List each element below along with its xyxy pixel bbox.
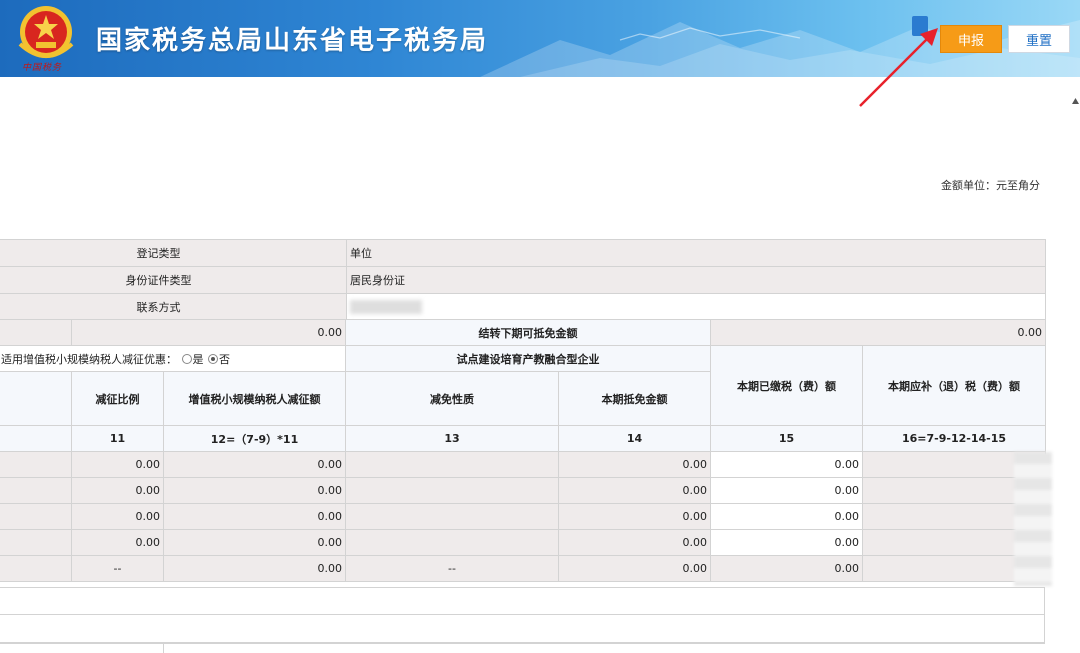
paid-tax-total-cell: 0.00 — [710, 555, 863, 582]
registration-type-value: 单位 — [346, 239, 1046, 267]
radio-no-label: 否 — [219, 352, 230, 366]
radio-no-icon[interactable] — [208, 353, 218, 364]
credit-amount-header: 本期抵免金额 — [558, 371, 711, 426]
red-arrow-icon — [859, 28, 938, 107]
paid-tax-input[interactable]: 0.00 — [710, 477, 863, 504]
taxpayer-info-table: 登记类型 单位 身份证件类型 居民身份证 联系方式 — [0, 239, 1046, 321]
id-type-label: 身份证件类型 — [0, 266, 347, 294]
redacted-contact — [350, 300, 422, 314]
contact-field[interactable] — [346, 293, 1046, 321]
exemption-nature-cell[interactable] — [345, 529, 559, 556]
carry-over-label: 结转下期可抵免金额 — [345, 319, 711, 346]
col-number-12: 12=（7-9）*11 — [163, 425, 346, 452]
table-row: 0.00 0.00 0.00 0.00 — [0, 477, 1046, 504]
footer-row — [0, 587, 1045, 615]
registration-type-label: 登记类型 — [0, 239, 347, 267]
reduction-ratio-cell: 0.00 — [71, 451, 164, 478]
small-scale-reduction-cell: 0.00 — [163, 477, 346, 504]
col-number-13: 13 — [345, 425, 559, 452]
footer-divider — [163, 643, 164, 653]
small-scale-reduction-header: 增值税小规模纳税人减征额 — [163, 371, 346, 426]
credit-amount-cell: 0.00 — [558, 477, 711, 504]
exemption-nature-cell: -- — [345, 555, 559, 582]
reset-button[interactable]: 重置 — [1008, 25, 1070, 53]
reduction-ratio-cell: 0.00 — [71, 477, 164, 504]
table-row: 0.00 结转下期可抵免金额 0.00 — [0, 319, 1046, 346]
col-number-15: 15 — [710, 425, 863, 452]
credit-amount-cell: 0.00 — [558, 529, 711, 556]
small-scale-reduction-cell: 0.00 — [163, 451, 346, 478]
amount-unit-label: 金额单位：元至角分 — [941, 179, 1040, 192]
reduction-ratio-cell: 0.00 — [71, 503, 164, 530]
exemption-nature-cell[interactable] — [345, 503, 559, 530]
small-scale-reduction-cell: 0.00 — [163, 529, 346, 556]
brand-script: 中国税务 — [22, 63, 63, 73]
payable-tax-header: 本期应补（退）税（费）额 — [862, 345, 1046, 426]
paid-tax-input[interactable]: 0.00 — [710, 503, 863, 530]
pilot-enterprise-header: 试点建设培育产教融合型企业 — [345, 345, 711, 372]
reduction-ratio-header: 减征比例 — [71, 371, 164, 426]
carry-over-value: 0.00 — [710, 319, 1046, 346]
redacted-payable-column — [1014, 452, 1052, 586]
small-scale-reduction-cell: 0.00 — [163, 503, 346, 530]
reduction-ratio-cell: 0.00 — [71, 529, 164, 556]
row1-amount: 0.00 — [71, 319, 346, 346]
exemption-nature-cell[interactable] — [345, 477, 559, 504]
paid-tax-input[interactable]: 0.00 — [710, 451, 863, 478]
table-row: 0.00 0.00 0.00 0.00 — [0, 503, 1046, 530]
exemption-nature-header: 减免性质 — [345, 371, 559, 426]
vat-small-scale-option: 适用增值税小规模纳税人减征优惠： 是 否 — [0, 345, 346, 372]
tax-calculation-table: 0.00 结转下期可抵免金额 0.00 适用增值税小规模纳税人减征优惠： 是 否… — [0, 319, 1046, 582]
table-row: 登记类型 单位 — [0, 239, 1046, 267]
table-row: 0.00 0.00 0.00 0.00 — [0, 451, 1046, 478]
small-scale-reduction-cell: 0.00 — [163, 555, 346, 582]
credit-amount-cell: 0.00 — [558, 555, 711, 582]
col-number-16: 16=7-9-12-14-15 — [862, 425, 1046, 452]
table-row: 身份证件类型 居民身份证 — [0, 266, 1046, 294]
table-row: -- 0.00 -- 0.00 0.00 — [0, 555, 1046, 582]
credit-amount-cell: 0.00 — [558, 503, 711, 530]
paid-tax-header: 本期已缴税（费）额 — [710, 345, 863, 426]
table-row: 适用增值税小规模纳税人减征优惠： 是 否 试点建设培育产教融合型企业 本期已缴税… — [0, 345, 1046, 426]
col-number-14: 14 — [558, 425, 711, 452]
table-row: 联系方式 — [0, 293, 1046, 321]
site-title: 国家税务总局山东省电子税务局 — [96, 26, 489, 56]
exemption-nature-cell[interactable] — [345, 451, 559, 478]
credit-amount-cell: 0.00 — [558, 451, 711, 478]
table-row: 11 12=（7-9）*11 13 14 15 16=7-9-12-14-15 — [0, 425, 1046, 452]
radio-yes-label: 是 — [192, 352, 204, 366]
id-type-value: 居民身份证 — [346, 266, 1046, 294]
radio-yes-icon[interactable] — [181, 353, 192, 364]
contact-label: 联系方式 — [0, 293, 347, 321]
table-row: 0.00 0.00 0.00 0.00 — [0, 529, 1046, 556]
submit-button[interactable]: 申报 — [940, 25, 1002, 53]
vat-small-scale-label: 适用增值税小规模纳税人减征优惠： — [1, 352, 177, 366]
footer-row — [0, 643, 1045, 653]
col-number-11: 11 — [71, 425, 164, 452]
paid-tax-input[interactable]: 0.00 — [710, 529, 863, 556]
footer-row — [0, 615, 1045, 643]
reduction-ratio-cell: -- — [71, 555, 164, 582]
scroll-up-icon[interactable] — [1071, 96, 1080, 106]
